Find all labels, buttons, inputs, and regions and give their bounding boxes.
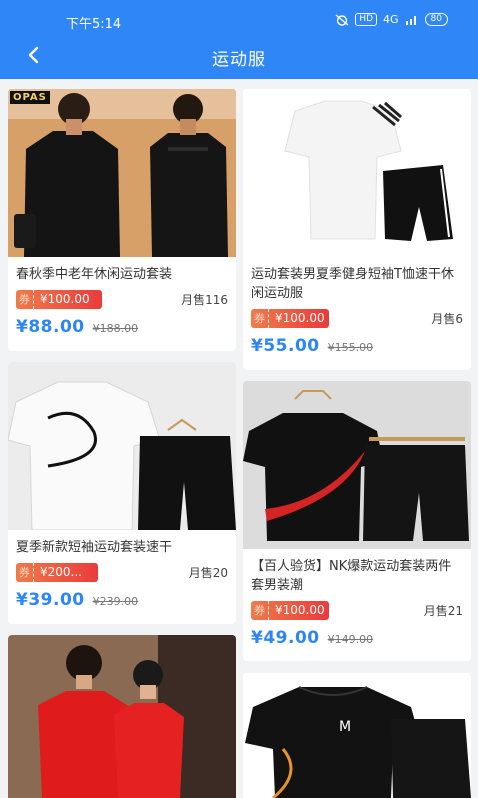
monthly-sales: 月售6 — [431, 311, 463, 326]
product-image — [243, 89, 471, 257]
product-name: 运动套装男夏季健身短袖T恤速干休闲运动服 — [251, 267, 454, 301]
current-price: ¥39.00 — [16, 590, 85, 610]
signal-bars-icon — [405, 16, 416, 25]
alarm-off-icon — [335, 13, 349, 26]
product-name: 【百人验货】NK爆款运动套装两件套男装潮 — [251, 559, 452, 593]
coupon-amount: ¥100.00 — [275, 603, 325, 617]
product-card[interactable]: 【百人验货】NK爆款运动套装两件套男装潮 券 ¥100.00 月售21 ¥49.… — [243, 381, 471, 661]
status-icons: HD 4G 80 — [335, 13, 448, 26]
coupon-badge[interactable]: 券 ¥100.00 — [251, 308, 329, 328]
product-name: 春秋季中老年休闲运动套装 — [16, 267, 173, 282]
product-card[interactable]: OPAS 春秋季中老年休闲运动套装 券 ¥100.00 月售116 ¥88.00… — [8, 89, 236, 351]
monthly-sales: 月售20 — [188, 565, 228, 580]
header-bar: 下午5:14 HD 4G 80 运动服 — [0, 0, 478, 79]
coupon-tag: 券 — [16, 562, 34, 582]
monthly-sales: 月售21 — [423, 603, 463, 618]
hd-badge: HD — [355, 13, 378, 26]
product-image: OPAS — [8, 89, 236, 257]
coupon-tag: 券 — [251, 600, 269, 620]
status-time: 下午5:14 — [66, 17, 122, 32]
product-image — [8, 362, 236, 530]
product-card[interactable]: 运动套装男夏季健身短袖T恤速干休闲运动服 券 ¥100.00 月售6 ¥55.0… — [243, 89, 471, 370]
coupon-badge[interactable]: 券 ¥100.00 — [16, 289, 102, 309]
current-price: ¥88.00 — [16, 317, 85, 337]
coupon-tag: 券 — [251, 308, 269, 328]
product-card[interactable]: 夏季新款短袖运动套装速干 券 ¥200... 月售20 ¥39.00 ¥239.… — [8, 362, 236, 624]
coupon-amount: ¥100.00 — [40, 292, 90, 306]
coupon-amount: ¥100.00 — [275, 311, 325, 325]
original-price: ¥155.00 — [327, 341, 374, 354]
product-image: M — [243, 673, 471, 798]
battery-icon: 80 — [424, 13, 448, 26]
product-card[interactable]: M — [243, 673, 471, 798]
page-title: 运动服 — [212, 50, 266, 70]
current-price: ¥55.00 — [251, 336, 320, 356]
coupon-amount: ¥200... — [40, 565, 82, 579]
coupon-badge[interactable]: 券 ¥100.00 — [251, 600, 329, 620]
original-price: ¥188.00 — [92, 322, 139, 335]
product-name: 夏季新款短袖运动套装速干 — [16, 540, 173, 555]
coupon-badge[interactable]: 券 ¥200... — [16, 562, 98, 582]
svg-text:M: M — [339, 719, 351, 735]
original-price: ¥239.00 — [92, 595, 139, 608]
coupon-tag: 券 — [16, 289, 34, 309]
product-card[interactable] — [8, 635, 236, 798]
signal-icon: 4G — [383, 13, 399, 26]
product-image — [8, 635, 236, 798]
monthly-sales: 月售116 — [181, 292, 228, 307]
current-price: ¥49.00 — [251, 628, 320, 648]
brand-badge: OPAS — [10, 91, 50, 104]
product-image — [243, 381, 471, 549]
original-price: ¥149.00 — [327, 633, 374, 646]
